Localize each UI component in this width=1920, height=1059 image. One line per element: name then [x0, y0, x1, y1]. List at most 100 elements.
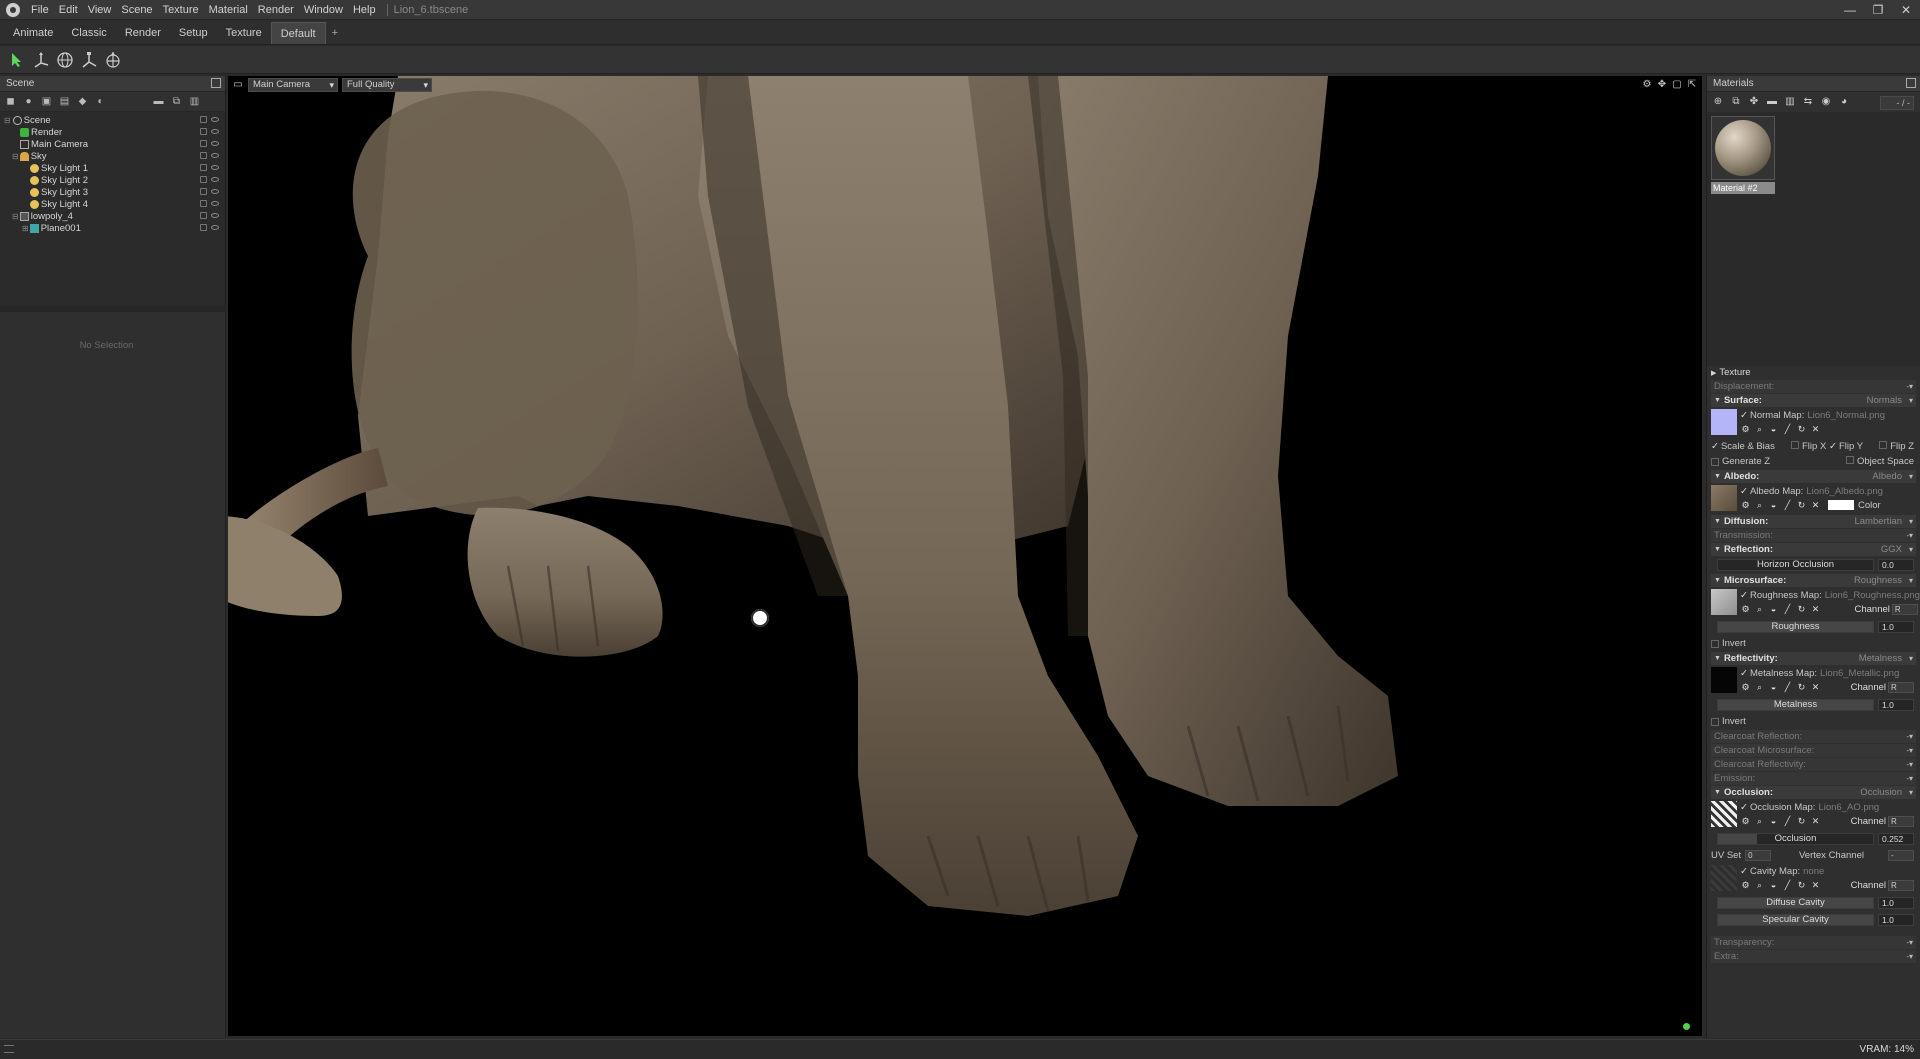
lock-icon[interactable] [200, 176, 207, 183]
restore-button[interactable]: ❐ [1864, 0, 1892, 20]
channel-select[interactable]: R [1888, 681, 1914, 693]
section-displacement[interactable]: Displacement: -▾ [1711, 380, 1916, 393]
flip-x-option[interactable]: Flip X [1791, 441, 1826, 452]
paint-icon[interactable]: ◒ [1768, 880, 1779, 891]
visibility-icon[interactable] [211, 141, 219, 146]
popout-icon[interactable] [1906, 78, 1916, 88]
section-occlusion[interactable]: ▼ Occlusion: Occlusion ▾ [1711, 786, 1916, 799]
tree-item-render[interactable]: Render [0, 126, 225, 138]
lock-icon[interactable] [200, 188, 207, 195]
camera-select[interactable]: Main Camera [248, 78, 338, 92]
menu-view[interactable]: View [83, 0, 117, 20]
tab-texture[interactable]: Texture [217, 22, 271, 44]
close-icon[interactable]: ✕ [1810, 424, 1821, 435]
roughness-map-thumbnail[interactable] [1711, 589, 1737, 615]
folder-icon[interactable]: ▬ [151, 95, 166, 109]
slider-value[interactable]: 0.252 [1878, 833, 1914, 845]
search-icon[interactable]: ⌕ [1754, 880, 1765, 891]
move-tool-icon[interactable] [30, 49, 52, 71]
menu-window[interactable]: Window [299, 0, 348, 20]
vertex-channel-select[interactable]: - [1888, 850, 1914, 861]
tab-setup[interactable]: Setup [170, 22, 217, 44]
clean-icon[interactable]: ◕ [1836, 95, 1852, 109]
check-icon[interactable]: ✓ [1740, 410, 1748, 421]
lock-icon[interactable] [200, 224, 207, 231]
tab-default[interactable]: Default [270, 22, 326, 44]
visibility-icon[interactable] [211, 153, 219, 158]
duplicate-material-icon[interactable]: ⧉ [1728, 95, 1744, 109]
section-diffusion[interactable]: ▼ Diffusion: Lambertian ▾ [1711, 515, 1916, 528]
refresh-icon[interactable]: ↻ [1796, 682, 1807, 693]
metalness-slider[interactable]: Metalness 1.0 [1711, 697, 1916, 713]
move-view-icon[interactable]: ✥ [1656, 79, 1668, 91]
brush-icon[interactable]: ╱ [1782, 424, 1793, 435]
gear-icon[interactable]: ⚙ [1740, 500, 1751, 511]
add-material-icon[interactable]: ⊕ [1710, 95, 1726, 109]
search-icon[interactable]: ⌕ [1754, 604, 1765, 615]
slider-value[interactable]: 1.0 [1878, 897, 1914, 909]
search-icon[interactable]: ⌕ [1754, 424, 1765, 435]
folder-icon[interactable]: ▬ [1764, 95, 1780, 109]
visibility-icon[interactable] [211, 165, 219, 170]
quality-select[interactable]: Full Quality [342, 78, 432, 92]
tree-item-sky-light-2[interactable]: Sky Light 2 [0, 174, 225, 186]
paint-icon[interactable]: ◒ [1768, 816, 1779, 827]
checkbox-icon[interactable] [1711, 639, 1719, 648]
gear-icon[interactable]: ⚙ [1740, 604, 1751, 615]
occlusion-slider[interactable]: Occlusion 0.252 [1711, 831, 1916, 847]
visibility-icon[interactable] [211, 129, 219, 134]
brush-icon[interactable]: ╱ [1782, 500, 1793, 511]
gear-icon[interactable]: ⚙ [1740, 424, 1751, 435]
status-grip-icon[interactable] [4, 1045, 14, 1053]
refresh-icon[interactable]: ↻ [1796, 500, 1807, 511]
select-icon[interactable]: ◉ [1818, 95, 1834, 109]
slider-value[interactable]: 0.0 [1878, 559, 1914, 571]
refresh-icon[interactable]: ↻ [1796, 880, 1807, 891]
tree-item-main-camera[interactable]: Main Camera [0, 138, 225, 150]
section-transmission[interactable]: Transmission: -▾ [1711, 529, 1916, 542]
visibility-icon[interactable] [211, 213, 219, 218]
panel-divider[interactable] [0, 306, 226, 312]
horizon-occlusion-slider[interactable]: Horizon Occlusion 0.0 [1711, 557, 1916, 573]
visibility-icon[interactable] [211, 177, 219, 182]
section-clearcoat-reflection[interactable]: Clearcoat Reflection: -▾ [1711, 730, 1916, 743]
viewport-menu-icon[interactable]: ▭ [232, 79, 244, 91]
diffuse-cavity-slider[interactable]: Diffuse Cavity 1.0 [1711, 895, 1916, 911]
check-icon[interactable]: ✓ [1740, 866, 1748, 877]
duplicate-icon[interactable]: ⧉ [169, 95, 184, 109]
section-emission[interactable]: Emission: -▾ [1711, 772, 1916, 785]
material-thumbnail[interactable] [1711, 116, 1775, 180]
brush-icon[interactable]: ╱ [1782, 682, 1793, 693]
uv-set-select[interactable]: 0 [1745, 850, 1772, 861]
lock-icon[interactable] [200, 116, 207, 123]
channel-select[interactable]: R [1888, 815, 1914, 827]
brush-icon[interactable]: ╱ [1782, 880, 1793, 891]
search-icon[interactable]: ⌕ [1754, 500, 1765, 511]
normal-map-thumbnail[interactable] [1711, 409, 1737, 435]
gear-icon[interactable]: ⚙ [1740, 880, 1751, 891]
refresh-icon[interactable]: ↻ [1796, 424, 1807, 435]
section-reflectivity[interactable]: ▼ Reflectivity: Metalness ▾ [1711, 652, 1916, 665]
visibility-icon[interactable] [211, 189, 219, 194]
object-space-option[interactable]: Object Space [1845, 456, 1914, 467]
slider-value[interactable]: 1.0 [1878, 621, 1914, 633]
tree-item-sky-light-3[interactable]: Sky Light 3 [0, 186, 225, 198]
select-tool-icon[interactable] [6, 49, 28, 71]
lock-icon[interactable] [200, 152, 207, 159]
viewport[interactable]: ▭ Main Camera Full Quality ⚙ ✥ ▢ ⇱ [228, 76, 1702, 1036]
visibility-icon[interactable] [211, 201, 219, 206]
menu-help[interactable]: Help [348, 0, 381, 20]
expand-icon[interactable]: ⊞ [22, 224, 29, 233]
collapse-icon[interactable]: ⊟ [12, 212, 19, 221]
add-shadow-catcher-icon[interactable]: ◐ [93, 95, 108, 109]
lock-icon[interactable] [200, 212, 207, 219]
section-transparency[interactable]: Transparency: -▾ [1711, 936, 1916, 949]
add-object-icon[interactable]: ◼ [3, 95, 18, 109]
lock-icon[interactable] [200, 164, 207, 171]
check-icon[interactable]: ✓ [1740, 486, 1748, 497]
flip-y-option[interactable]: ✓ Flip Y [1829, 441, 1863, 452]
menu-render[interactable]: Render [253, 0, 299, 20]
check-icon[interactable]: ✓ [1740, 590, 1748, 601]
paint-icon[interactable]: ◒ [1768, 604, 1779, 615]
tab-animate[interactable]: Animate [4, 22, 62, 44]
